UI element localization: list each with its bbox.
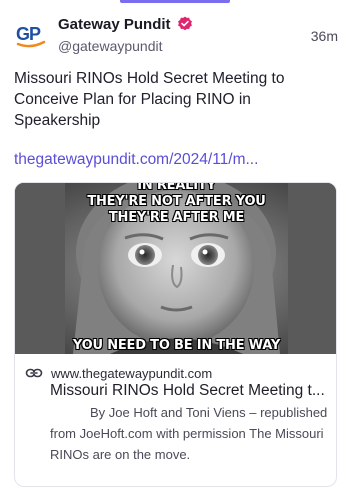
post-text: Missouri RINOs Hold Secret Meeting to Co… xyxy=(14,70,285,129)
author-block: Gateway Pundit @gatewaypundit xyxy=(58,14,193,54)
verified-badge-icon xyxy=(177,16,192,31)
card-domain-row: www.thegatewaypundit.com xyxy=(25,364,212,382)
author-name[interactable]: Gateway Pundit xyxy=(58,16,171,33)
svg-text:P: P xyxy=(29,24,41,44)
card-image[interactable]: IN REALITY THEY'RE NOT AFTER YOU THEY'RE… xyxy=(15,183,336,354)
avatar[interactable]: G P xyxy=(14,18,48,52)
link-chain-icon xyxy=(25,368,43,378)
card-domain[interactable]: www.thegatewaypundit.com xyxy=(51,366,212,381)
meme-bottom-caption: YOU NEED TO BE IN THE WAY xyxy=(72,338,281,353)
svg-text:G: G xyxy=(16,24,30,44)
gateway-pundit-logo-icon: G P xyxy=(16,24,46,48)
post-header: G P Gateway Pundit @gatewaypundit 36m xyxy=(14,14,338,58)
post-timestamp[interactable]: 36m xyxy=(311,28,338,44)
author-handle[interactable]: @gatewaypundit xyxy=(58,38,193,54)
post[interactable]: G P Gateway Pundit @gatewaypundit 36m Mi… xyxy=(0,0,352,500)
meme-top-caption: IN REALITY THEY'RE NOT AFTER YOU THEY'RE… xyxy=(87,183,266,225)
card-body: www.thegatewaypundit.com Missouri RINOs … xyxy=(15,354,336,486)
card-title[interactable]: Missouri RINOs Hold Secret Meeting t... xyxy=(50,382,330,400)
card-description: By Joe Hoft and Toni Viens – republished… xyxy=(50,405,328,462)
link-preview-card[interactable]: IN REALITY THEY'RE NOT AFTER YOU THEY'RE… xyxy=(14,182,337,487)
post-link[interactable]: thegatewaypundit.com/2024/11/m... xyxy=(14,151,338,169)
